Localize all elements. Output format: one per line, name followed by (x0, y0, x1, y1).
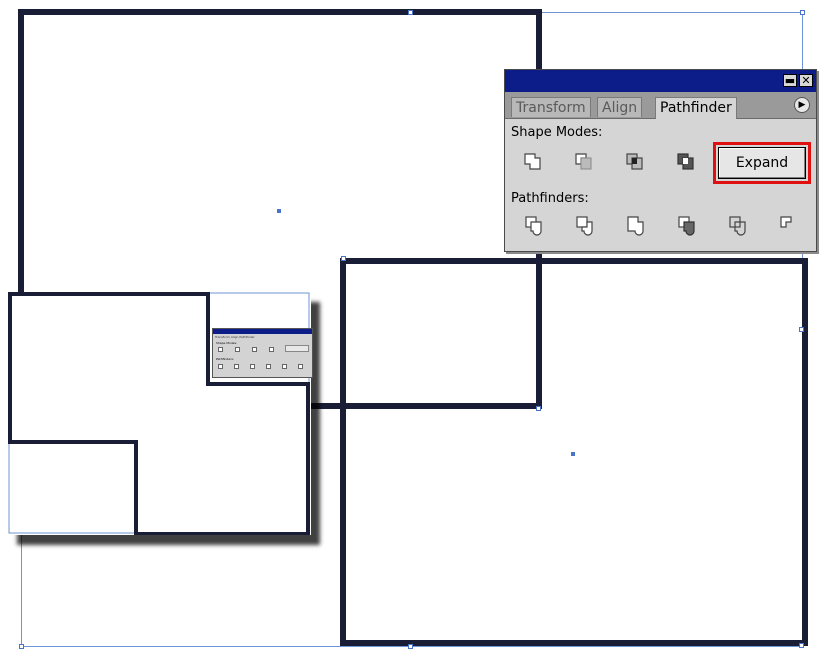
mini-intersect-icon (252, 347, 257, 352)
selection-handle[interactable] (341, 256, 346, 261)
close-icon[interactable]: ✕ (799, 74, 813, 87)
pathfinders-label: Pathfinders: (511, 191, 589, 206)
exclude-overlapping-shape-areas-icon[interactable] (675, 151, 697, 173)
mini-shape-modes-label: Shape Modes: (216, 341, 238, 345)
merge-icon[interactable] (625, 214, 647, 236)
divide-icon[interactable] (523, 214, 545, 236)
intersect-shape-areas-icon[interactable] (624, 151, 646, 173)
minus-back-icon[interactable] (778, 214, 800, 236)
pathfinder-panel: ▬ ✕ Transform Align Pathfinder ▶ Shape M… (504, 69, 817, 252)
mini-outline-icon (282, 364, 287, 369)
selection-handle[interactable] (799, 643, 804, 648)
overlap-cover (346, 264, 536, 403)
add-to-shape-area-icon[interactable] (522, 151, 544, 173)
mini-minus-back-icon (298, 364, 303, 369)
center-point (277, 209, 281, 213)
panel-menu-icon[interactable]: ▶ (794, 97, 810, 113)
subtract-from-shape-area-icon[interactable] (573, 151, 595, 173)
mini-subtract-icon (235, 347, 240, 352)
selection-handle[interactable] (800, 10, 805, 15)
mini-merge-icon (250, 364, 255, 369)
selection-handle[interactable] (408, 10, 413, 15)
inset-preview: Transform Align Pathfinder Shape Modes: … (8, 292, 313, 535)
minimize-icon[interactable]: ▬ (783, 74, 797, 87)
crop-icon[interactable] (676, 214, 698, 236)
tab-align[interactable]: Align (597, 97, 643, 117)
expand-button[interactable]: Expand (718, 147, 806, 179)
mini-expand-button (285, 345, 309, 352)
mini-pathfinder-panel: Transform Align Pathfinder Shape Modes: … (212, 328, 313, 378)
panel-titlebar[interactable]: ▬ ✕ (505, 70, 816, 92)
mini-tabs: Transform Align Pathfinder (215, 335, 255, 339)
outline-icon[interactable] (727, 214, 749, 236)
mini-add-icon (218, 347, 223, 352)
shape-modes-label: Shape Modes: (511, 125, 603, 140)
panel-tab-row: Transform Align Pathfinder ▶ (505, 92, 816, 119)
tab-pathfinder[interactable]: Pathfinder (655, 97, 737, 119)
selection-handle[interactable] (536, 406, 541, 411)
mini-exclude-icon (269, 347, 274, 352)
selection-handle[interactable] (799, 327, 804, 332)
mini-divide-icon (218, 364, 223, 369)
selection-handle[interactable] (408, 644, 413, 649)
tab-transform[interactable]: Transform (511, 97, 591, 117)
center-point (571, 452, 575, 456)
selection-handle[interactable] (19, 644, 24, 649)
mini-trim-icon (234, 364, 239, 369)
mini-crop-icon (266, 364, 271, 369)
trim-icon[interactable] (574, 214, 596, 236)
mini-pathfinders-label: Pathfinders: (216, 357, 234, 361)
